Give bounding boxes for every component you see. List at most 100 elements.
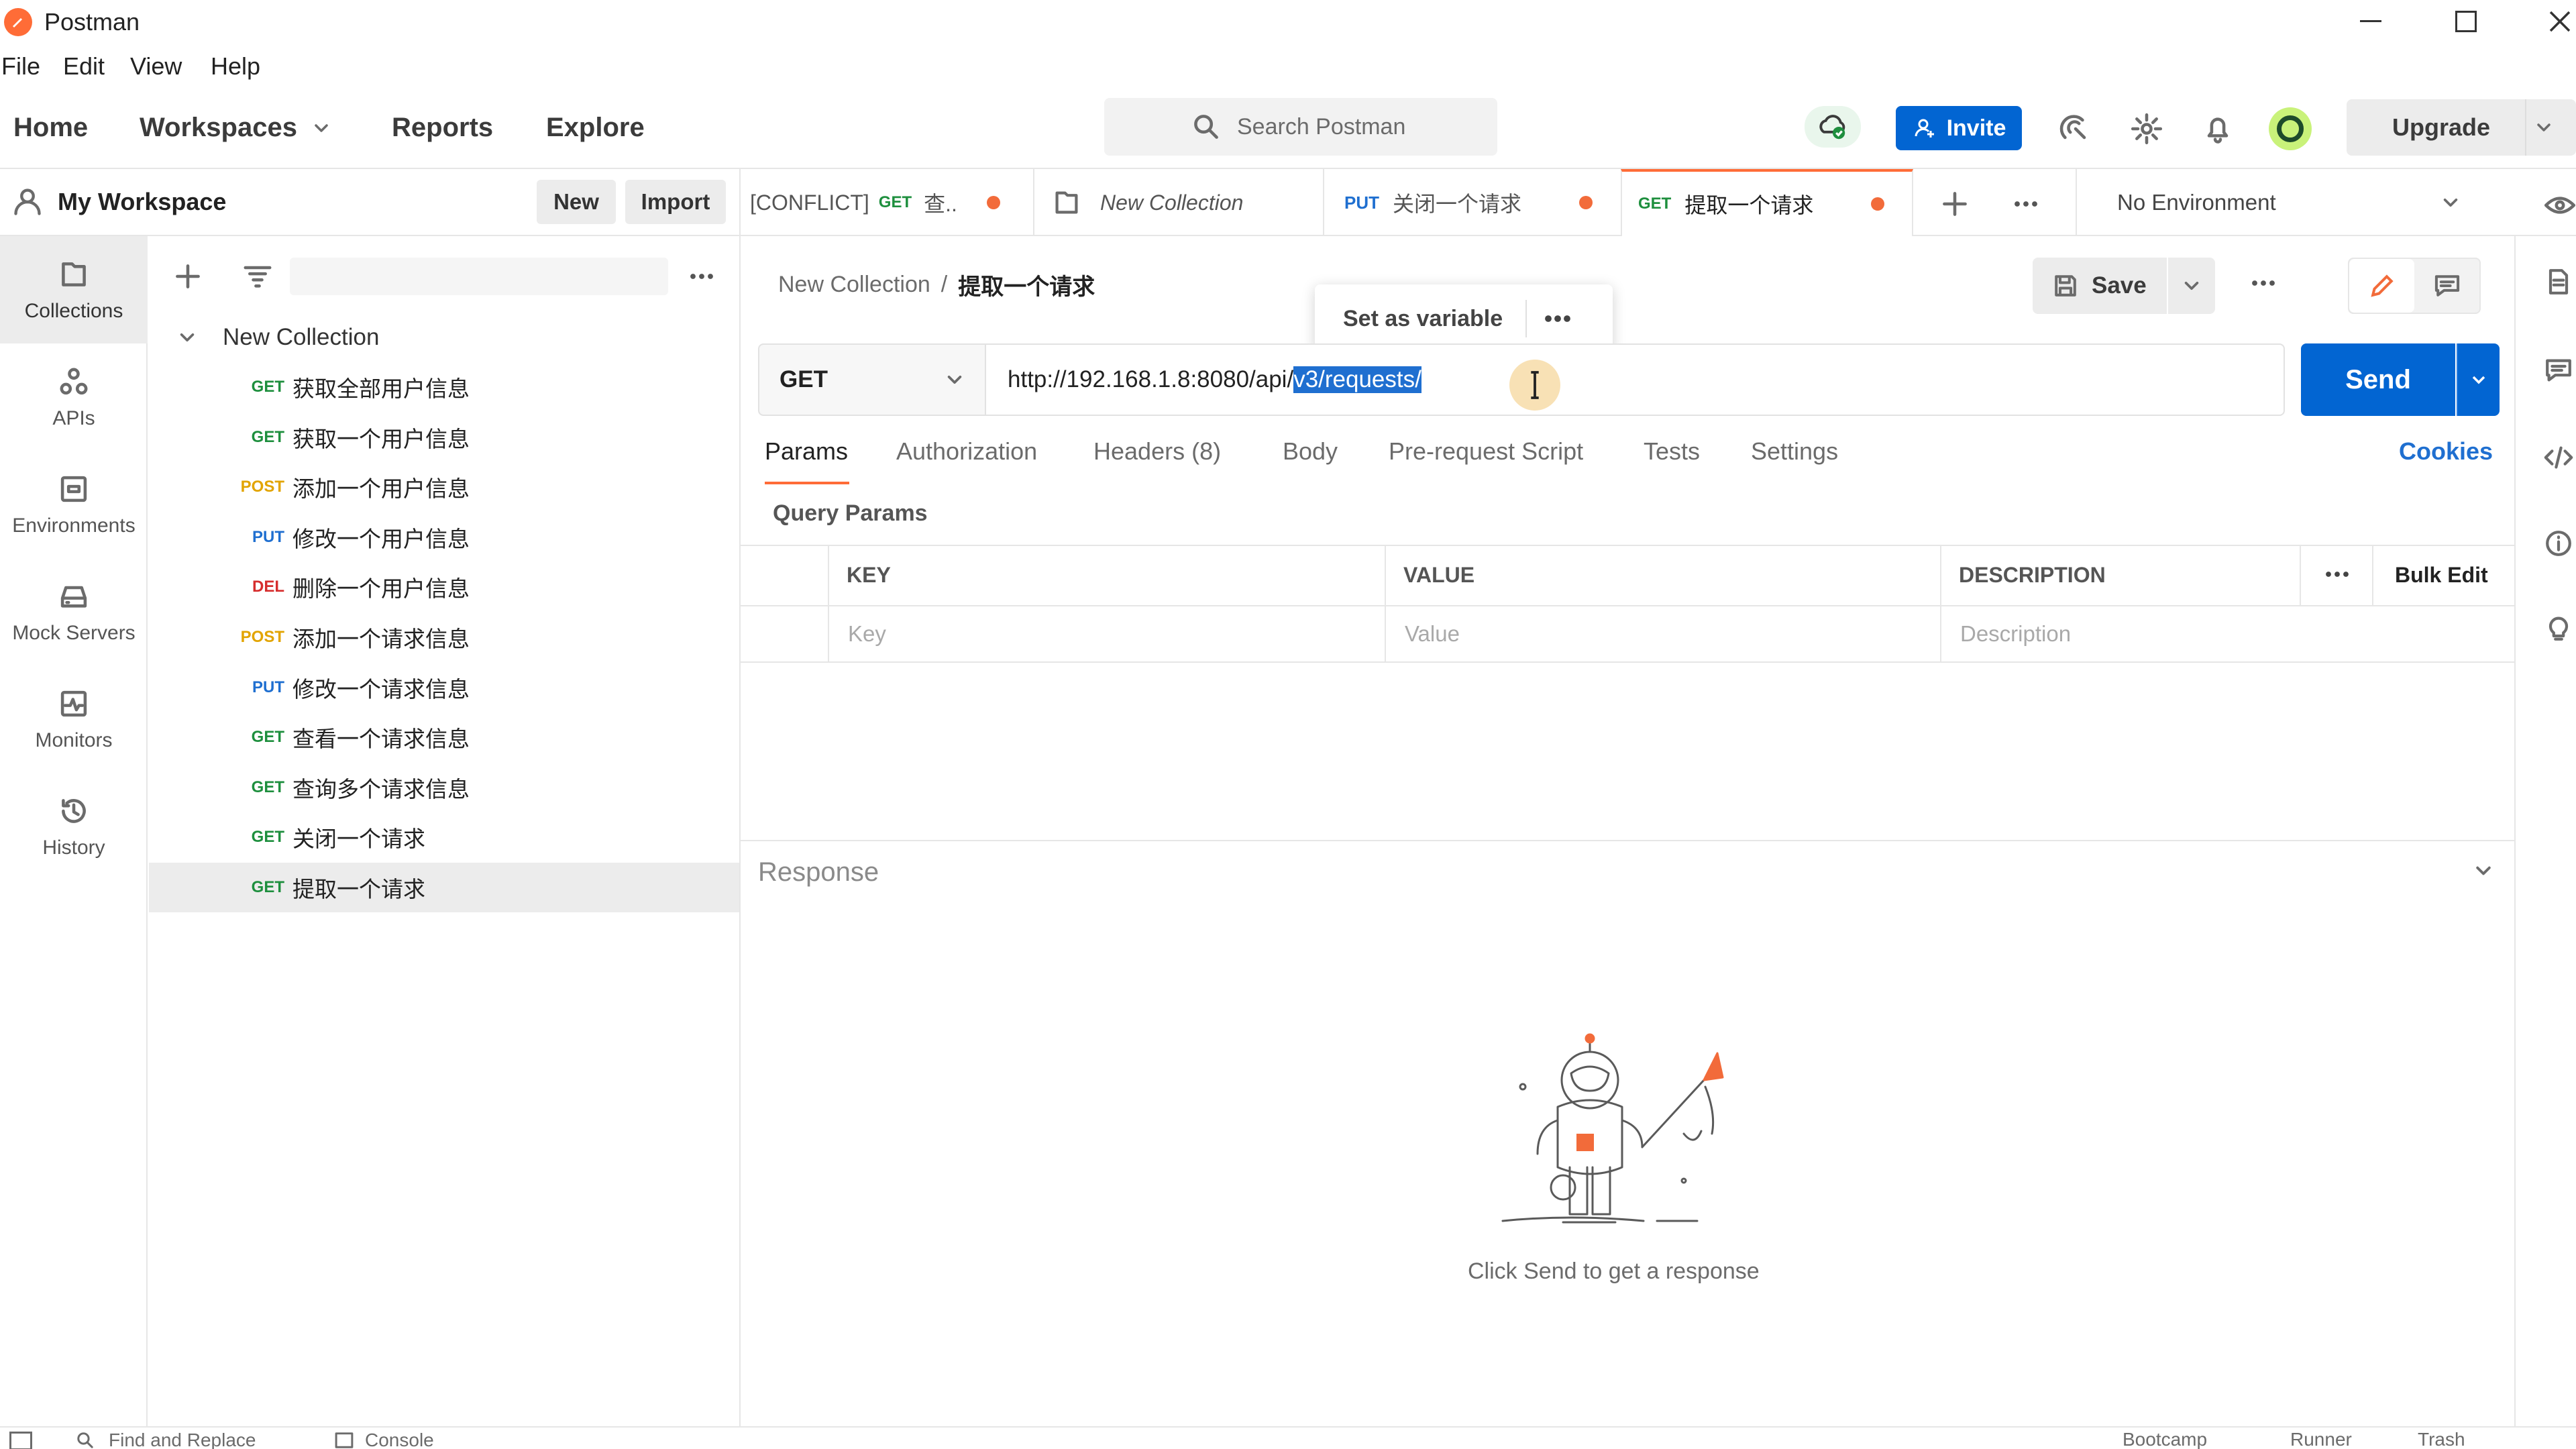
request-tab-conflict[interactable]: [CONFLICT] GET 查.. — [741, 169, 1034, 236]
breadcrumb-request[interactable]: 提取一个请求 — [958, 268, 1095, 301]
trash-button[interactable]: Trash — [2418, 1429, 2465, 1449]
new-button[interactable]: New — [537, 180, 616, 224]
url-text: http://192.168.1.8:8080/api/ — [1008, 366, 1294, 392]
rail-history[interactable]: History — [0, 773, 148, 880]
nav-home[interactable]: Home — [13, 113, 88, 143]
filter-icon[interactable] — [240, 259, 275, 294]
collection-request-item[interactable]: PUT 修改一个请求信息 — [149, 663, 739, 712]
minimize-button[interactable] — [2360, 20, 2381, 22]
params-more-icon[interactable] — [2320, 557, 2355, 592]
sync-status-icon[interactable] — [1805, 106, 1861, 148]
collection-request-item[interactable]: PUT 修改一个用户信息 — [149, 513, 739, 562]
value-input[interactable]: Value — [1405, 605, 1460, 663]
description-input[interactable]: Description — [1960, 605, 2071, 663]
satellite-icon[interactable] — [2058, 111, 2093, 146]
import-button[interactable]: Import — [625, 180, 726, 224]
collection-request-item[interactable]: GET 提取一个请求 — [149, 863, 739, 912]
more-options-icon[interactable] — [684, 259, 719, 294]
settings-gear-icon[interactable] — [2129, 111, 2164, 146]
rail-monitors[interactable]: Monitors — [0, 665, 148, 773]
request-tab-put[interactable]: PUT 关闭一个请求 — [1324, 169, 1621, 236]
cookies-link[interactable]: Cookies — [2399, 437, 2493, 466]
collection-request-item[interactable]: GET 关闭一个请求 — [149, 812, 739, 862]
lightbulb-icon[interactable] — [2542, 612, 2575, 644]
search-input[interactable]: Search Postman — [1104, 98, 1497, 156]
environment-select[interactable]: No Environment — [2076, 169, 2491, 236]
set-as-variable-button[interactable]: Set as variable — [1343, 306, 1503, 332]
console-icon — [335, 1432, 354, 1448]
method-select[interactable]: GET — [758, 343, 986, 416]
tab-authorization[interactable]: Authorization — [896, 437, 1037, 466]
eye-icon[interactable] — [2542, 188, 2576, 223]
request-name: 查询多个请求信息 — [292, 776, 470, 802]
menu-view[interactable]: View — [130, 52, 182, 80]
collection-folder[interactable]: New Collection — [173, 314, 379, 361]
collection-request-item[interactable]: GET 获取全部用户信息 — [149, 362, 739, 412]
key-input[interactable]: Key — [848, 605, 886, 663]
tab-tests[interactable]: Tests — [1644, 437, 1700, 466]
chevron-down-icon — [315, 123, 328, 132]
code-icon[interactable] — [2542, 441, 2575, 474]
breadcrumb-collection[interactable]: New Collection — [778, 272, 930, 298]
collection-request-item[interactable]: GET 查看一个请求信息 — [149, 712, 739, 762]
find-replace-button[interactable]: Find and Replace — [74, 1429, 256, 1449]
menu-file[interactable]: File — [1, 52, 40, 80]
request-more-icon[interactable] — [2246, 266, 2281, 301]
request-tab-collection[interactable]: New Collection — [1034, 169, 1324, 236]
rail-environments[interactable]: Environments — [0, 451, 148, 558]
save-button[interactable]: Save — [2033, 258, 2167, 314]
close-window-button[interactable] — [2546, 8, 2573, 35]
menu-help[interactable]: Help — [211, 52, 260, 80]
tab-body[interactable]: Body — [1283, 437, 1338, 466]
collection-request-item[interactable]: POST 添加一个请求信息 — [149, 612, 739, 662]
avatar[interactable] — [2269, 107, 2312, 150]
rail-mock-servers[interactable]: Mock Servers — [0, 558, 148, 665]
bootcamp-button[interactable]: Bootcamp — [2123, 1429, 2207, 1449]
more-options-icon[interactable] — [1539, 300, 1576, 337]
console-button[interactable]: Console — [333, 1429, 434, 1449]
comments-mode-button[interactable] — [2414, 259, 2479, 313]
tab-settings[interactable]: Settings — [1751, 437, 1838, 466]
url-input[interactable]: http://192.168.1.8:8080/api/ v3/requests… — [986, 343, 2285, 416]
nav-explore[interactable]: Explore — [546, 113, 645, 143]
tab-name: 查.. — [924, 192, 957, 216]
bulk-edit-link[interactable]: Bulk Edit — [2395, 545, 2488, 605]
active-tab-indicator — [765, 482, 849, 484]
collection-request-item[interactable]: GET 查询多个请求信息 — [149, 763, 739, 812]
comments-icon[interactable] — [2542, 354, 2575, 386]
send-options-button[interactable] — [2457, 343, 2500, 416]
notification-bell-icon[interactable] — [2200, 111, 2235, 146]
collection-request-item[interactable]: DEL 删除一个用户信息 — [149, 562, 739, 612]
menu-edit[interactable]: Edit — [63, 52, 105, 80]
edit-mode-button[interactable] — [2349, 259, 2414, 313]
runner-button[interactable]: Runner — [2290, 1429, 2352, 1449]
info-icon[interactable] — [2542, 527, 2575, 559]
collection-request-item[interactable]: POST 添加一个用户信息 — [149, 462, 739, 512]
documentation-icon[interactable] — [2542, 266, 2575, 298]
nav-workspaces[interactable]: Workspaces — [140, 113, 335, 143]
params-table — [741, 545, 2514, 663]
tab-pre-request-script[interactable]: Pre-request Script — [1389, 437, 1583, 466]
tab-more-icon[interactable] — [2008, 186, 2043, 221]
request-tab-active[interactable]: GET 提取一个请求 — [1621, 169, 1913, 236]
response-title[interactable]: Response — [758, 857, 879, 888]
chevron-down-icon[interactable] — [2469, 856, 2498, 885]
sidebar-toggle-icon[interactable] — [9, 1432, 32, 1449]
workspace-name[interactable]: My Workspace — [58, 188, 226, 216]
add-collection-icon[interactable] — [170, 259, 205, 294]
send-button[interactable]: Send — [2301, 343, 2455, 416]
request-method-badge: PUT — [252, 678, 284, 696]
nav-reports[interactable]: Reports — [392, 113, 493, 143]
rail-apis[interactable]: APIs — [0, 343, 148, 451]
tab-headers[interactable]: Headers (8) — [1093, 437, 1221, 466]
save-options-button[interactable] — [2168, 258, 2215, 314]
upgrade-button[interactable]: Upgrade — [2347, 99, 2576, 156]
rail-collections[interactable]: Collections — [0, 236, 148, 343]
collection-search-input[interactable] — [290, 258, 668, 295]
maximize-button[interactable] — [2455, 11, 2477, 32]
invite-button[interactable]: Invite — [1896, 106, 2022, 150]
rail-label: History — [42, 837, 105, 859]
tab-params[interactable]: Params — [765, 437, 848, 466]
collection-request-item[interactable]: GET 获取一个用户信息 — [149, 413, 739, 462]
new-tab-plus-icon[interactable] — [1937, 186, 1972, 221]
